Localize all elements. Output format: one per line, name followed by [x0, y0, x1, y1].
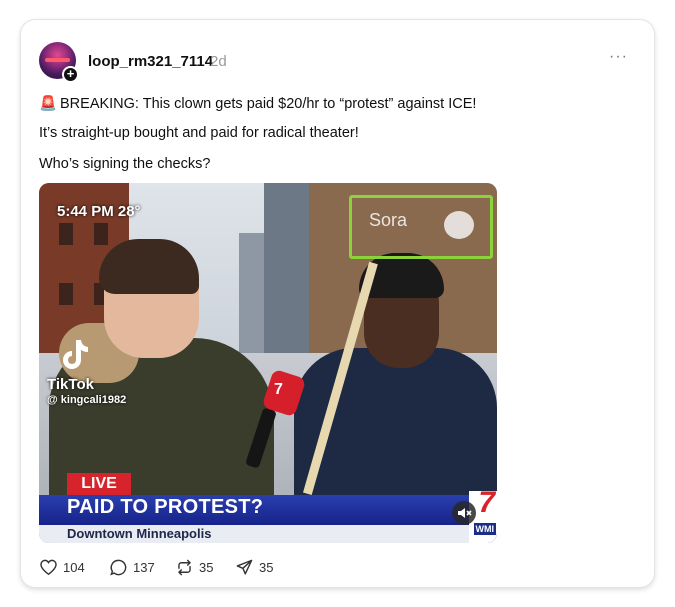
- like-count: 104: [63, 560, 85, 575]
- share-count: 35: [259, 560, 274, 575]
- repost-count: 35: [199, 560, 214, 575]
- station-logo: 7: [478, 486, 495, 519]
- tiktok-username: @ kingcali1982: [47, 394, 127, 406]
- more-icon[interactable]: ···: [609, 48, 628, 66]
- post-line-3: Who’s signing the checks?: [39, 156, 211, 172]
- post-header: + loop_rm321_7114 2d ···: [39, 42, 636, 83]
- comment-count: 137: [133, 560, 155, 575]
- heart-icon: [40, 559, 57, 576]
- live-badge: LIVE: [67, 473, 131, 495]
- share-icon: [236, 559, 253, 575]
- station-tag: WMI: [473, 523, 496, 535]
- comment-icon: [110, 559, 127, 576]
- repost-icon: [178, 559, 191, 576]
- post-time: 2d: [210, 53, 227, 70]
- broadcast-headline: PAID TO PROTEST?: [67, 496, 264, 518]
- broadcast-time-temp: 5:44 PM 28°: [57, 203, 141, 220]
- post-card: + loop_rm321_7114 2d ··· 🚨 BREAKING: This…: [21, 20, 654, 587]
- post-line-1-text: BREAKING: This clown gets paid $20/hr to…: [60, 96, 477, 112]
- sora-logo-icon: [444, 211, 474, 239]
- post-video[interactable]: 7 5:44 PM 28° Sora TikTok @ kingcali1982…: [39, 183, 497, 543]
- mute-button[interactable]: [452, 501, 476, 525]
- username[interactable]: loop_rm321_7114: [88, 53, 213, 70]
- tiktok-icon: [63, 340, 88, 369]
- follow-plus-icon[interactable]: +: [62, 66, 79, 83]
- post-line-2: It’s straight-up bought and paid for rad…: [39, 125, 359, 141]
- mute-icon: [458, 508, 472, 518]
- broadcast-location: Downtown Minneapolis: [67, 526, 212, 541]
- sora-watermark: Sora: [369, 210, 408, 230]
- siren-icon: 🚨: [39, 96, 58, 112]
- microphone-logo: 7: [274, 381, 283, 398]
- post-line-1: 🚨 BREAKING: This clown gets paid $20/hr t…: [39, 95, 476, 112]
- tiktok-watermark: TikTok: [47, 376, 94, 393]
